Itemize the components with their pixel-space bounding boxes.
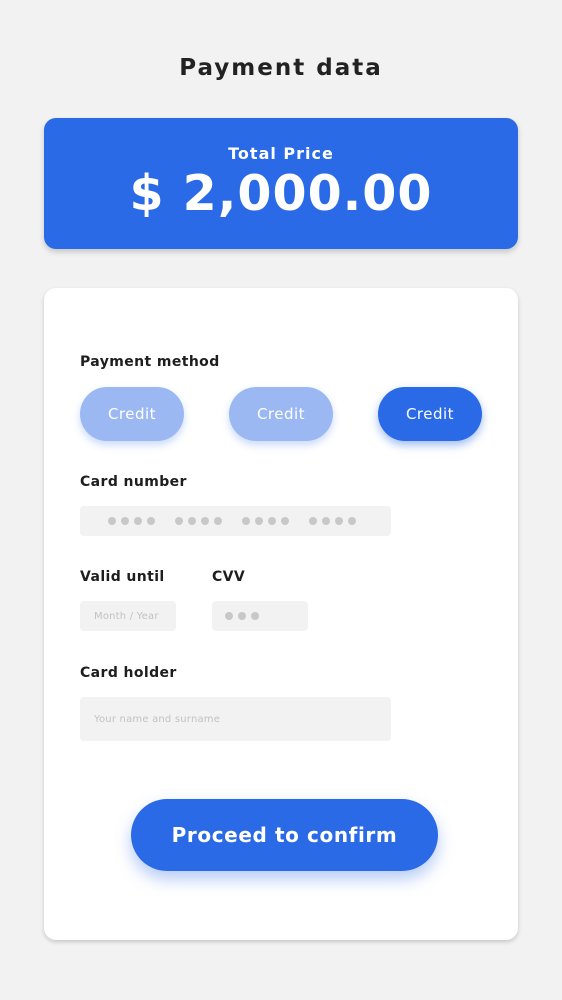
payment-method-option-2[interactable]: Credit	[229, 387, 333, 441]
total-price-label: Total Price	[228, 144, 334, 163]
masked-digit-dot	[335, 517, 343, 525]
card-holder-input[interactable]: Your name and surname	[80, 697, 391, 741]
cvv-label: CVV	[212, 569, 246, 585]
masked-digit-dot	[201, 517, 209, 525]
masked-digit-dot	[268, 517, 276, 525]
proceed-to-confirm-button[interactable]: Proceed to confirm	[131, 799, 438, 871]
card-holder-label: Card holder	[80, 665, 177, 681]
card-number-masked-value	[108, 517, 376, 525]
masked-digit-dot	[147, 517, 155, 525]
cvv-input[interactable]	[212, 601, 308, 631]
masked-digit-dot	[238, 612, 246, 620]
payment-method-label: Payment method	[80, 354, 220, 370]
masked-digit-dot	[255, 517, 263, 525]
masked-digit-dot	[281, 517, 289, 525]
masked-digit-dot	[214, 517, 222, 525]
card-number-dot-group	[242, 517, 294, 525]
payment-method-option-3-selected[interactable]: Credit	[378, 387, 482, 441]
card-number-dot-group	[309, 517, 361, 525]
card-number-input[interactable]	[80, 506, 391, 536]
card-number-dot-group	[175, 517, 227, 525]
masked-digit-dot	[225, 612, 233, 620]
card-number-label: Card number	[80, 474, 187, 490]
valid-until-input[interactable]: Month / Year	[80, 601, 176, 631]
masked-digit-dot	[121, 517, 129, 525]
cvv-masked-value	[225, 612, 264, 620]
masked-digit-dot	[134, 517, 142, 525]
valid-until-placeholder: Month / Year	[94, 610, 159, 622]
total-price-value: $ 2,000.00	[129, 165, 433, 222]
masked-digit-dot	[322, 517, 330, 525]
valid-until-label: Valid until	[80, 569, 165, 585]
masked-digit-dot	[188, 517, 196, 525]
payment-method-option-1[interactable]: Credit	[80, 387, 184, 441]
masked-digit-dot	[348, 517, 356, 525]
card-holder-placeholder: Your name and surname	[94, 713, 221, 725]
payment-form: Payment method Credit Credit Credit Card…	[44, 288, 518, 940]
masked-digit-dot	[242, 517, 250, 525]
masked-digit-dot	[108, 517, 116, 525]
masked-digit-dot	[309, 517, 317, 525]
masked-digit-dot	[175, 517, 183, 525]
page-title: Payment data	[179, 55, 383, 81]
card-number-dot-group	[108, 517, 160, 525]
masked-digit-dot	[251, 612, 259, 620]
total-price-card: Total Price $ 2,000.00	[44, 118, 518, 249]
